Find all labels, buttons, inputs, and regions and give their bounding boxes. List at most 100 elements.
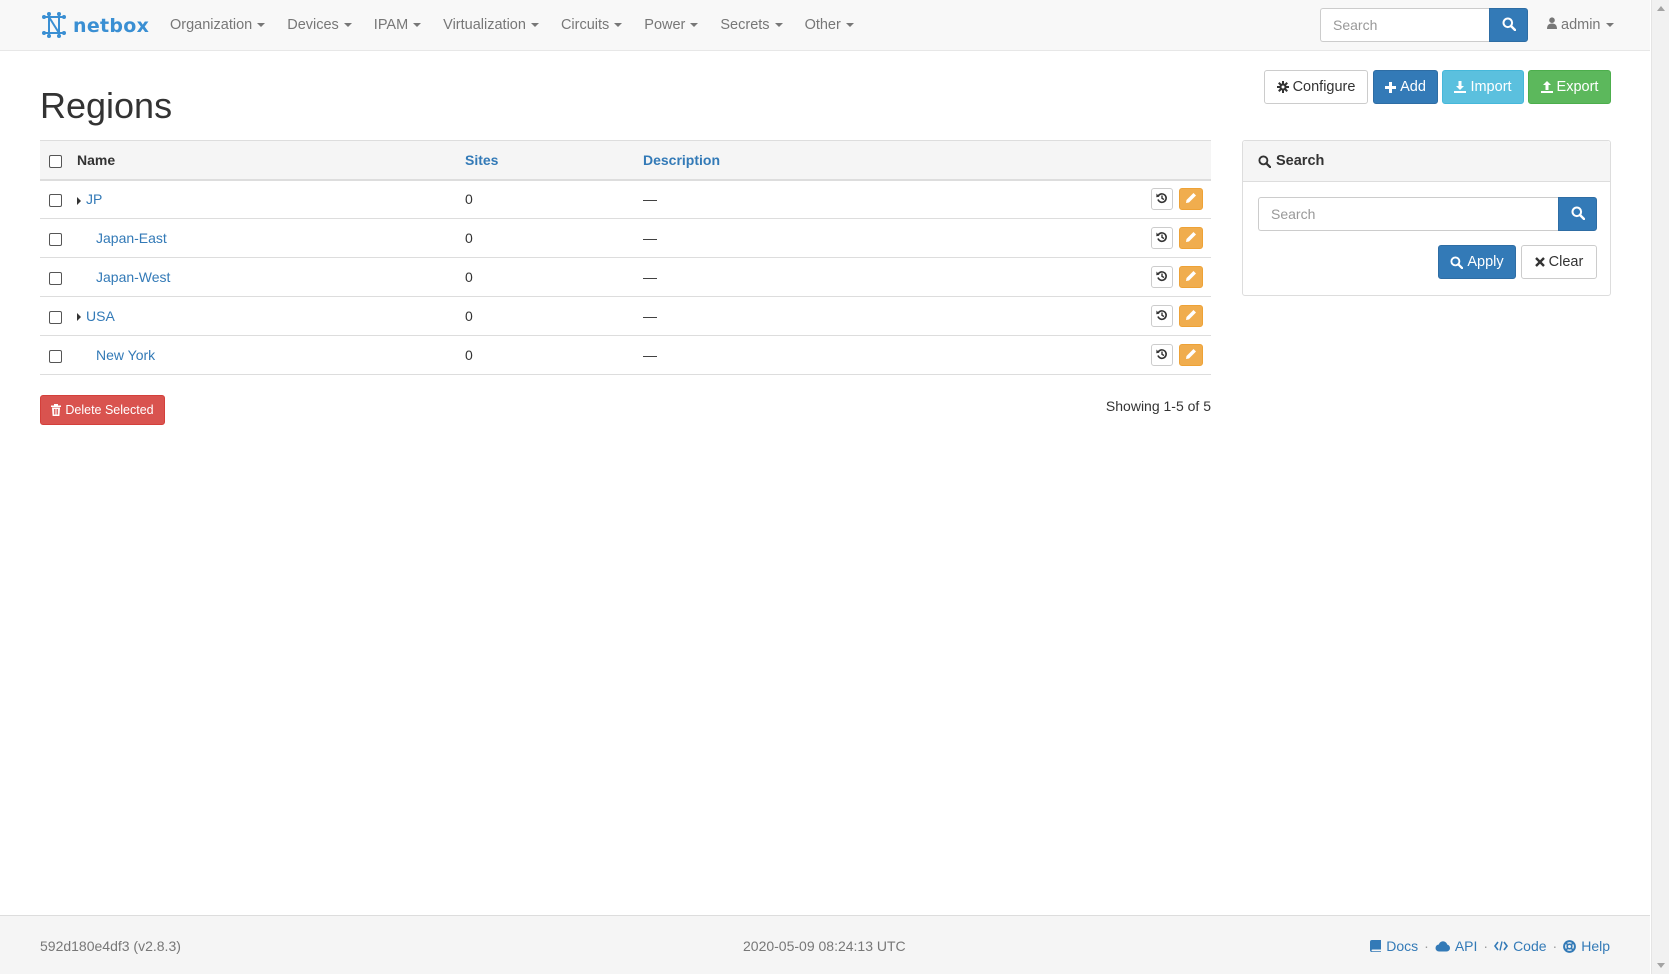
select-all-checkbox[interactable]: [49, 154, 62, 168]
row-checkbox[interactable]: [49, 349, 62, 363]
table-row: New York 0 —: [40, 335, 1211, 375]
pencil-icon: [1185, 347, 1197, 363]
menu-label: IPAM: [373, 17, 409, 33]
docs-link[interactable]: Docs: [1370, 938, 1418, 954]
search-panel: Search Apply Clear: [1242, 140, 1611, 296]
filter-search-button[interactable]: [1558, 197, 1597, 231]
import-button[interactable]: Import: [1442, 70, 1524, 104]
code-icon: [1494, 941, 1509, 951]
sites-cell: 0: [465, 218, 643, 258]
row-checkbox[interactable]: [49, 271, 62, 285]
region-name-cell: Japan-West: [77, 257, 465, 297]
regions-table: Name Sites Description JP 0 — Japan-East…: [40, 140, 1211, 375]
edit-button[interactable]: [1179, 266, 1203, 288]
footer-separator: ·: [1424, 938, 1429, 954]
sites-cell: 0: [465, 257, 643, 297]
api-label: API: [1454, 938, 1478, 954]
footer-separator: ·: [1552, 938, 1558, 954]
row-checkbox[interactable]: [49, 232, 62, 246]
pagination-summary: Showing 1-5 of 5: [1105, 398, 1211, 414]
trash-icon: [51, 404, 62, 416]
brand-logo[interactable]: netbox: [40, 11, 149, 40]
menu-power[interactable]: Power: [633, 0, 709, 51]
lifebuoy-icon: [1563, 939, 1577, 953]
close-icon: [1534, 257, 1545, 267]
menu-organization[interactable]: Organization: [159, 0, 276, 51]
column-actions: [1063, 140, 1211, 181]
region-link[interactable]: Japan-West: [96, 269, 170, 285]
apply-button[interactable]: Apply: [1438, 245, 1516, 279]
add-button[interactable]: Add: [1373, 70, 1438, 104]
row-checkbox[interactable]: [49, 310, 62, 324]
global-search-button[interactable]: [1489, 8, 1528, 42]
description-cell: —: [643, 296, 1063, 336]
pencil-icon: [1185, 308, 1197, 324]
caret-right-icon: [77, 196, 81, 205]
scroll-up-arrow-icon[interactable]: [1657, 6, 1665, 11]
search-icon: [1258, 154, 1271, 168]
caret-right-icon: [77, 313, 81, 322]
main-menu: Organization Devices IPAM Virtualization…: [159, 0, 865, 51]
changelog-button[interactable]: [1151, 305, 1174, 327]
menu-circuits[interactable]: Circuits: [550, 0, 633, 51]
row-checkbox[interactable]: [49, 194, 62, 208]
help-link[interactable]: Help: [1563, 938, 1610, 954]
region-link[interactable]: USA: [86, 308, 115, 324]
caret-down-icon: [343, 23, 352, 28]
sort-sites-link[interactable]: Sites: [465, 152, 498, 168]
changelog-button[interactable]: [1151, 266, 1174, 288]
export-label: Export: [1556, 79, 1599, 95]
api-link[interactable]: API: [1435, 938, 1478, 954]
code-link[interactable]: Code: [1494, 938, 1547, 954]
region-name-cell: JP: [77, 179, 465, 219]
column-name: Name: [77, 140, 465, 181]
description-cell: —: [643, 335, 1063, 375]
menu-label: Devices: [287, 17, 339, 33]
column-sites[interactable]: Sites: [465, 140, 643, 181]
user-menu[interactable]: admin: [1547, 0, 1614, 51]
history-icon: [1156, 347, 1168, 363]
row-actions: [1063, 179, 1211, 219]
changelog-button[interactable]: [1151, 188, 1174, 211]
menu-ipam[interactable]: IPAM: [363, 0, 432, 51]
changelog-button[interactable]: [1151, 227, 1174, 249]
menu-other[interactable]: Other: [794, 0, 865, 51]
page-title: Regions: [40, 85, 173, 126]
history-icon: [1156, 191, 1168, 207]
pencil-icon: [1185, 230, 1197, 246]
export-button[interactable]: Export: [1528, 70, 1611, 104]
vertical-scrollbar[interactable]: [1651, 0, 1669, 974]
docs-label: Docs: [1386, 938, 1419, 954]
sort-description-link[interactable]: Description: [643, 152, 720, 168]
table-row: Japan-East 0 —: [40, 218, 1211, 258]
region-link[interactable]: Japan-East: [96, 230, 167, 246]
import-label: Import: [1470, 79, 1512, 95]
history-icon: [1156, 269, 1168, 285]
delete-selected-button[interactable]: Delete Selected: [40, 395, 165, 425]
row-select-cell: [40, 296, 77, 336]
scroll-down-arrow-icon[interactable]: [1657, 963, 1665, 968]
clear-button[interactable]: Clear: [1521, 245, 1597, 279]
menu-virtualization[interactable]: Virtualization: [432, 0, 550, 51]
global-search-input[interactable]: [1320, 8, 1489, 42]
row-actions: [1063, 335, 1211, 375]
table-row: JP 0 —: [40, 179, 1211, 219]
caret-down-icon: [614, 23, 623, 28]
edit-button[interactable]: [1179, 227, 1203, 249]
version-text: 592d180e4df3 (v2.8.3): [40, 938, 181, 954]
region-link[interactable]: New York: [96, 347, 155, 363]
filter-search-input[interactable]: [1258, 197, 1558, 231]
edit-button[interactable]: [1179, 188, 1203, 211]
server-time: 2020-05-09 08:24:13 UTC: [743, 938, 906, 954]
configure-button[interactable]: Configure: [1264, 70, 1368, 104]
menu-secrets[interactable]: Secrets: [709, 0, 793, 51]
column-description[interactable]: Description: [643, 140, 1063, 181]
edit-button[interactable]: [1179, 305, 1203, 327]
select-all-cell: [40, 140, 77, 181]
search-icon: [1502, 17, 1516, 34]
menu-devices[interactable]: Devices: [276, 0, 363, 51]
delete-selected-label: Delete Selected: [65, 403, 154, 417]
edit-button[interactable]: [1179, 344, 1203, 366]
changelog-button[interactable]: [1151, 344, 1174, 366]
region-link[interactable]: JP: [86, 191, 102, 207]
